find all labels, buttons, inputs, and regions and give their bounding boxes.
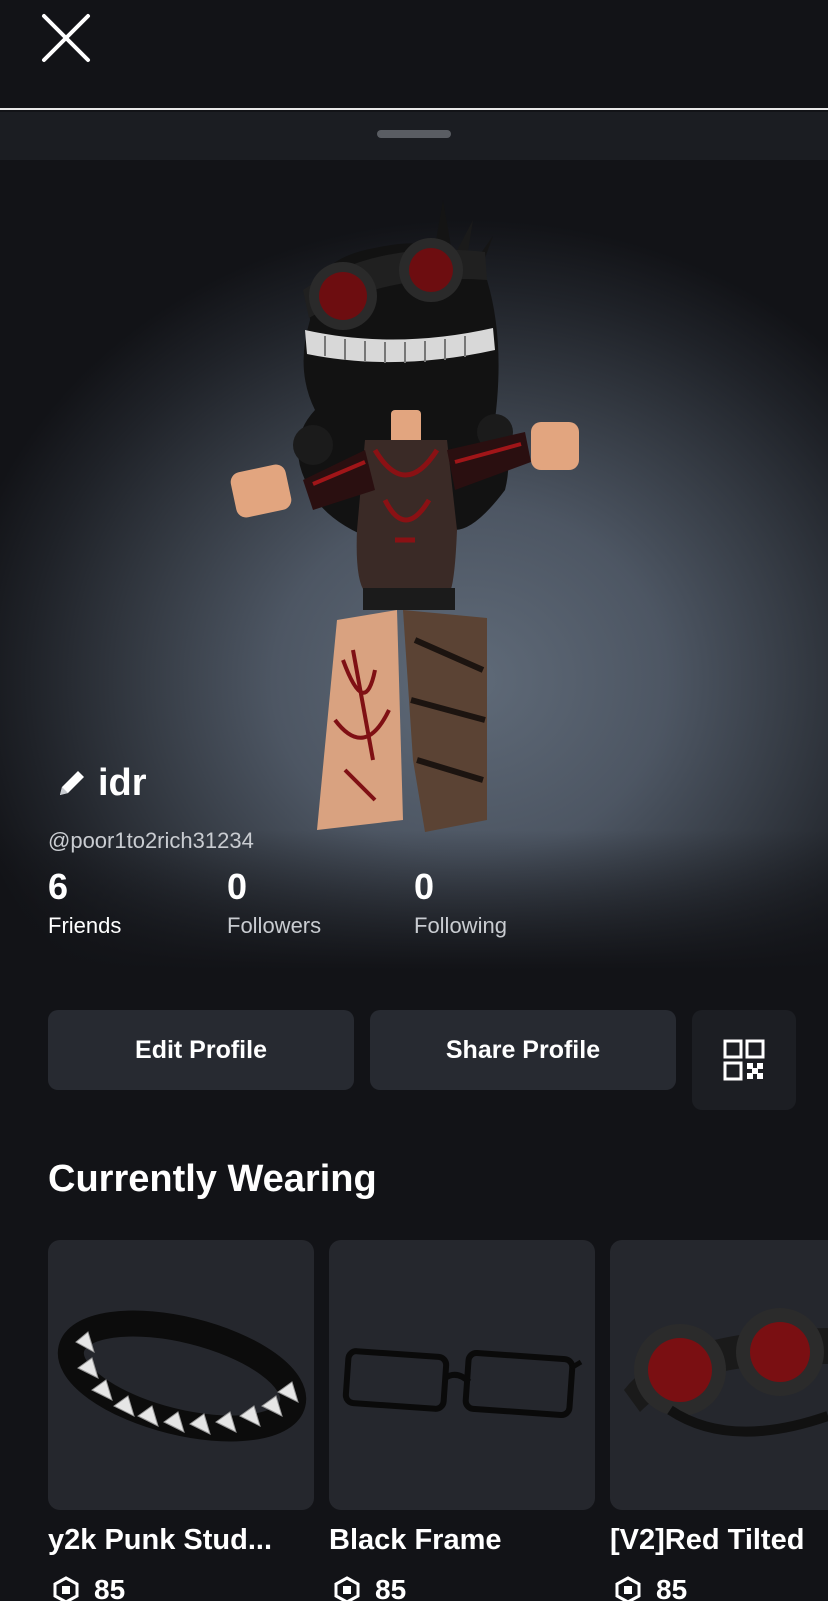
display-name-row[interactable]: idr: [56, 758, 147, 808]
item-name[interactable]: [V2]Red Tilted: [610, 1524, 804, 1557]
top-bar: [0, 0, 828, 110]
qr-code-button[interactable]: [692, 1010, 796, 1110]
item-card-stud[interactable]: [48, 1240, 314, 1510]
robux-icon: [334, 1576, 360, 1601]
stat-value: 0: [414, 866, 435, 907]
share-profile-button[interactable]: Share Profile: [370, 1010, 676, 1090]
drag-handle[interactable]: [377, 130, 451, 138]
item-card-red-tilted[interactable]: [610, 1240, 828, 1510]
avatar-hero: idr @poor1to2rich31234: [0, 160, 828, 970]
stat-followers[interactable]: 0 Followers: [227, 867, 321, 939]
item-price: 85: [52, 1574, 125, 1601]
price-value: 85: [656, 1574, 688, 1601]
sheet-handle-area[interactable]: [0, 112, 828, 160]
pencil-icon[interactable]: [56, 767, 88, 799]
avatar-image[interactable]: [225, 200, 605, 860]
edit-profile-button[interactable]: Edit Profile: [48, 1010, 354, 1090]
profile-sheet: idr @poor1to2rich31234 6 Friends 0 Follo…: [0, 112, 828, 1601]
username: @poor1to2rich31234: [48, 828, 254, 853]
item-price: 85: [333, 1574, 406, 1601]
item-name[interactable]: y2k Punk Stud...: [48, 1524, 272, 1557]
stat-label: Friends: [48, 913, 122, 938]
qr-code-icon: [723, 1039, 765, 1081]
profile-stats: 6 Friends 0 Followers 0 Following: [48, 867, 748, 947]
robux-icon: [615, 1576, 641, 1601]
item-thumbnail: [624, 1308, 828, 1437]
price-value: 85: [375, 1574, 407, 1601]
close-icon: [42, 14, 90, 62]
stat-label: Following: [414, 913, 507, 938]
display-name: idr: [98, 761, 147, 804]
stat-value: 6: [48, 866, 69, 907]
stat-following[interactable]: 0 Following: [414, 867, 507, 939]
price-value: 85: [94, 1574, 126, 1601]
item-price: 85: [614, 1574, 687, 1601]
item-thumbnail: [57, 1310, 307, 1442]
stat-friends[interactable]: 6 Friends: [48, 867, 121, 939]
item-card-black-frame[interactable]: [329, 1240, 595, 1510]
item-thumbnail: [342, 1348, 583, 1419]
robux-icon: [53, 1576, 79, 1601]
close-button[interactable]: [38, 12, 94, 64]
section-title-currently-wearing: Currently Wearing: [48, 1158, 377, 1200]
stat-value: 0: [227, 866, 248, 907]
item-name[interactable]: Black Frame: [329, 1524, 502, 1557]
stat-label: Followers: [227, 913, 322, 938]
